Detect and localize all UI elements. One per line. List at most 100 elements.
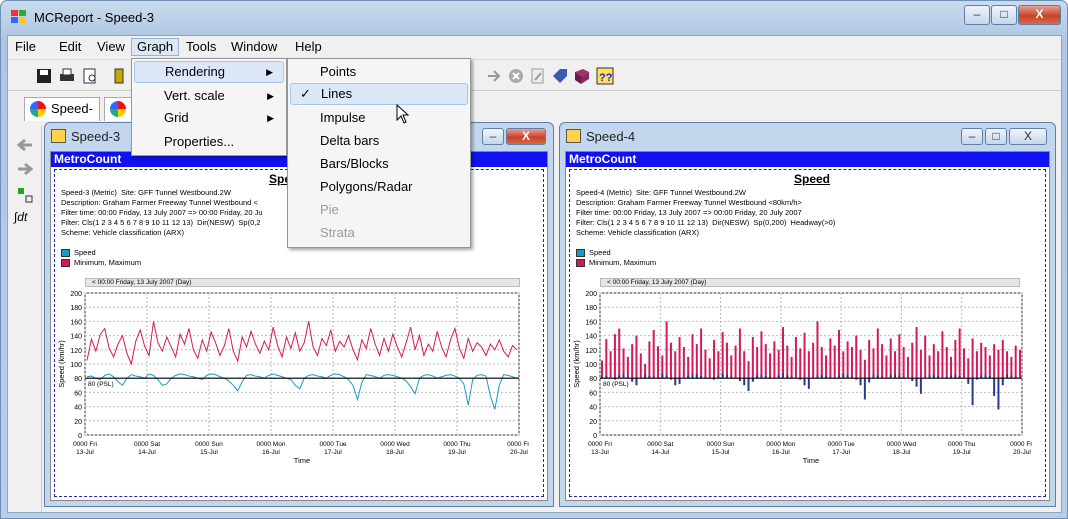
print-icon[interactable]	[58, 67, 76, 85]
reference-line-label: 80 (PSL)	[88, 381, 114, 388]
x-tick-label: 0000 Wed	[380, 441, 410, 448]
x-tick-date: 19-Jul	[953, 449, 971, 456]
x-tick-date: 16-Jul	[262, 449, 280, 456]
tab-speed-3[interactable]: Speed-3	[24, 97, 100, 138]
graph-menu-vert-scale[interactable]: Vert. scale ▶	[134, 85, 284, 107]
report-icon[interactable]	[112, 67, 130, 85]
graph-window-speed-4[interactable]: Speed-4 – □ X MetroCount Speed Speed-4 (…	[559, 122, 1056, 507]
mdi-minimize-button[interactable]: –	[961, 128, 983, 145]
svg-text:??: ??	[599, 72, 613, 84]
mdi-close-button[interactable]: X	[506, 128, 546, 145]
x-tick-label: 0000 Fri	[1010, 441, 1032, 448]
render-bars-blocks[interactable]: Bars/Blocks	[290, 153, 468, 175]
tab-speed-4[interactable]	[104, 97, 134, 121]
report-title: Speed	[794, 172, 831, 186]
left-toolbar: ∫dt	[8, 126, 42, 512]
close-button[interactable]: X	[1018, 5, 1061, 25]
render-pie: Pie	[320, 202, 339, 217]
help-icon[interactable]: ??	[596, 67, 614, 85]
y-tick-label: 120	[585, 348, 597, 355]
menu-window[interactable]: Window	[226, 38, 282, 56]
x-tick-label: 0000 Sat	[134, 441, 160, 448]
date-band: < 00:00 Friday, 13 July 2007 (Day)	[85, 278, 520, 287]
title-bar[interactable]: MCReport - Speed-3 – □ X	[1, 1, 1067, 33]
menu-file[interactable]: File	[10, 38, 41, 56]
app-window: MCReport - Speed-3 – □ X File Edit View …	[0, 0, 1068, 519]
menu-tools[interactable]: Tools	[181, 38, 221, 56]
y-tick-label: 80	[589, 376, 597, 383]
forward-arrow-icon[interactable]	[486, 67, 504, 85]
graph-window-title: Speed-4	[586, 129, 636, 144]
render-delta-bars[interactable]: Delta bars	[290, 130, 468, 152]
save-icon[interactable]	[35, 67, 53, 85]
y-tick-label: 40	[74, 405, 82, 412]
render-impulse[interactable]: Impulse	[290, 107, 468, 129]
y-tick-label: 160	[70, 319, 82, 326]
render-points[interactable]: Points	[290, 61, 468, 83]
menu-view[interactable]: View	[92, 38, 130, 56]
y-tick-label: 0	[78, 433, 82, 440]
y-tick-label: 200	[585, 291, 597, 298]
y-tick-label: 0	[593, 433, 597, 440]
y-tick-label: 120	[70, 348, 82, 355]
edit-document-icon[interactable]	[529, 67, 547, 85]
speed-line-chart: 0204060801001201401601802000000 Fri13-Ju…	[57, 291, 529, 465]
menu-graph[interactable]: Graph	[131, 38, 180, 56]
render-strata: Strata	[320, 225, 355, 240]
x-tick-date: 18-Jul	[386, 449, 404, 456]
x-tick-date: 15-Jul	[712, 449, 730, 456]
mdi-maximize-button[interactable]: □	[985, 128, 1007, 145]
x-tick-label: 0000 Fri	[507, 441, 529, 448]
x-tick-date: 17-Jul	[324, 449, 342, 456]
forward-arrow-icon[interactable]	[16, 162, 34, 181]
graph-canvas: MetroCount Speed Speed-4 (Metric) Site: …	[565, 151, 1050, 501]
legend-speed: Speed	[576, 248, 611, 258]
legend-minmax: Minimum, Maximum	[576, 258, 656, 268]
x-tick-date: 14-Jul	[138, 449, 156, 456]
x-tick-label: 0000 Thu	[443, 441, 471, 448]
y-tick-label: 100	[70, 362, 82, 369]
date-band: < 00:00 Friday, 13 July 2007 (Day)	[600, 278, 1020, 287]
close-icon: X	[1035, 7, 1044, 21]
check-icon: ✓	[300, 86, 311, 101]
x-tick-label: 0000 Sun	[707, 441, 735, 448]
menu-bar: File Edit View Graph Tools Window Help	[8, 36, 1061, 58]
report-page: Speed Speed-4 (Metric) Site: GFF Tunnel …	[569, 169, 1046, 497]
x-tick-label: 0000 Thu	[948, 441, 976, 448]
back-arrow-icon[interactable]	[16, 138, 34, 157]
y-tick-label: 60	[589, 390, 597, 397]
render-lines[interactable]: ✓ Lines	[290, 83, 468, 105]
y-tick-label: 80	[74, 376, 82, 383]
speed-bar-chart: 0204060801001201401601802000000 Fri13-Ju…	[572, 291, 1032, 465]
y-tick-label: 200	[70, 291, 82, 298]
mdi-minimize-button[interactable]: –	[482, 128, 504, 145]
submenu-arrow-icon: ▶	[267, 113, 274, 123]
print-preview-icon[interactable]	[81, 67, 99, 85]
graph-menu-grid[interactable]: Grid ▶	[134, 107, 284, 129]
graph-menu-rendering[interactable]: Rendering ▶	[134, 61, 284, 83]
render-polygons-radar[interactable]: Polygons/Radar	[290, 176, 468, 198]
menu-edit[interactable]: Edit	[54, 38, 86, 56]
maximize-icon: □	[1000, 7, 1008, 21]
pie-chart-icon	[30, 101, 46, 117]
integral-icon[interactable]: ∫dt	[14, 210, 27, 224]
tag-icon[interactable]	[551, 67, 569, 85]
x-tick-date: 14-Jul	[651, 449, 669, 456]
y-tick-label: 140	[585, 334, 597, 341]
x-tick-date: 20-Jul	[510, 449, 528, 456]
menu-help[interactable]: Help	[290, 38, 327, 56]
zoom-fit-icon[interactable]	[16, 186, 34, 209]
reference-line-label: 80 (PSL)	[603, 381, 629, 388]
report-info: Speed-3 (Metric) Site: GFF Tunnel Westbo…	[61, 188, 263, 237]
y-tick-label: 40	[589, 405, 597, 412]
graph-menu-properties[interactable]: Properties...	[134, 131, 284, 153]
rendering-submenu: Points ✓ Lines Impulse Delta bars Bars/Bl…	[287, 58, 471, 248]
maximize-button[interactable]: □	[991, 5, 1017, 25]
x-axis-label: Time	[294, 456, 310, 465]
mouse-cursor-icon	[396, 103, 410, 129]
stop-icon[interactable]	[507, 67, 525, 85]
book-icon[interactable]	[573, 67, 591, 85]
mdi-close-button[interactable]: X	[1009, 128, 1047, 145]
minimize-button[interactable]: –	[964, 5, 990, 25]
x-tick-label: 0000 Sat	[647, 441, 673, 448]
